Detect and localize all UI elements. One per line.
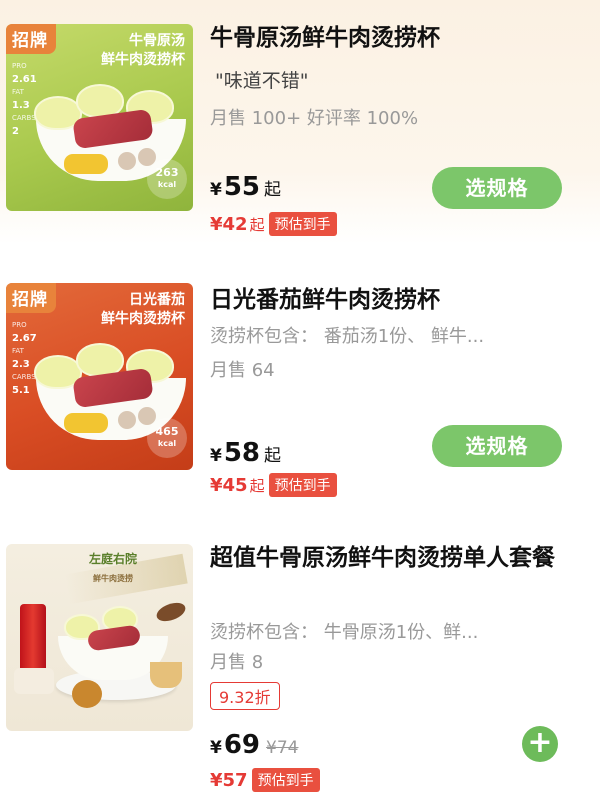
calorie-badge: 263 kcal — [147, 159, 187, 199]
soup-cup — [150, 662, 182, 688]
sales-info: 月售 8 — [210, 652, 264, 673]
product-image[interactable]: 招牌 日光番茄 鲜牛肉烫捞杯 PRO 2.67 FAT 2.3 CARBS 5.1 4… — [6, 283, 193, 470]
select-spec-button[interactable]: 选规格 — [432, 425, 562, 467]
corn — [64, 154, 108, 174]
product-title[interactable]: 日光番茄鲜牛肉烫捞杯 — [210, 284, 586, 316]
estimated-tag: 预估到手 — [251, 768, 320, 792]
original-price: ¥74 — [266, 738, 299, 758]
estimated-tag: 预估到手 — [268, 473, 337, 497]
product-card[interactable]: 招牌 日光番茄 鲜牛肉烫捞杯 PRO 2.67 FAT 2.3 CARBS 5.1 4… — [0, 268, 600, 504]
image-caption: 左庭右院 鲜牛肉烫捞 — [88, 552, 137, 583]
signature-badge: 招牌 — [6, 24, 56, 54]
product-image[interactable]: 招牌 牛骨原汤 鲜牛肉烫捞杯 PRO 2.61 FAT 1.3 CARBS 2 263… — [6, 24, 193, 211]
product-image[interactable]: 左庭右院 鲜牛肉烫捞 — [6, 544, 193, 731]
price: ¥ 69 ¥74 — [210, 730, 299, 760]
product-description: 烫捞杯包含： 番茄汤1份、 鲜牛... — [210, 326, 485, 347]
plus-icon[interactable]: + — [522, 726, 558, 762]
fried-ball — [72, 680, 102, 708]
product-card[interactable]: 招牌 牛骨原汤 鲜牛肉烫捞杯 PRO 2.61 FAT 1.3 CARBS 2 263… — [0, 0, 600, 244]
image-caption: 牛骨原汤 鲜牛肉烫捞杯 — [101, 33, 185, 68]
signature-badge: 招牌 — [6, 283, 56, 313]
price: ¥ 58 起 — [210, 438, 282, 468]
product-card[interactable]: 左庭右院 鲜牛肉烫捞 超值牛骨原汤鲜牛肉烫捞单人套餐 烫捞杯包含： 牛骨原汤1份… — [0, 530, 600, 811]
sales-info: 月售 64 — [210, 360, 275, 381]
estimated-price: ¥45 起 预估到手 — [210, 473, 337, 497]
product-description: 烫捞杯包含： 牛骨原汤1份、鲜... — [210, 622, 479, 643]
meatball — [118, 152, 136, 170]
sales-info: 月售 100+ 好评率 100% — [210, 108, 419, 129]
meatball — [118, 411, 136, 429]
calorie-badge: 465 kcal — [147, 418, 187, 458]
spoon — [154, 599, 188, 625]
select-spec-button[interactable]: 选规格 — [432, 167, 562, 209]
product-title[interactable]: 牛骨原汤鲜牛肉烫捞杯 — [210, 22, 586, 54]
estimated-tag: 预估到手 — [268, 212, 337, 236]
corn — [64, 413, 108, 433]
nutrition-info: PRO 2.61 FAT 1.3 CARBS 2 — [12, 62, 37, 137]
cola-can — [20, 604, 46, 678]
image-caption: 日光番茄 鲜牛肉烫捞杯 — [101, 292, 185, 327]
estimated-price: ¥42 起 预估到手 — [210, 212, 337, 236]
review-snippet: "味道不错" — [215, 70, 309, 92]
product-title[interactable]: 超值牛骨原汤鲜牛肉烫捞单人套餐 — [210, 542, 586, 575]
nutrition-info: PRO 2.67 FAT 2.3 CARBS 5.1 — [12, 321, 37, 396]
estimated-price: ¥57 预估到手 — [210, 768, 320, 792]
price: ¥ 55 起 — [210, 172, 282, 202]
noodles — [14, 668, 54, 694]
discount-badge: 9.32折 — [210, 682, 280, 710]
